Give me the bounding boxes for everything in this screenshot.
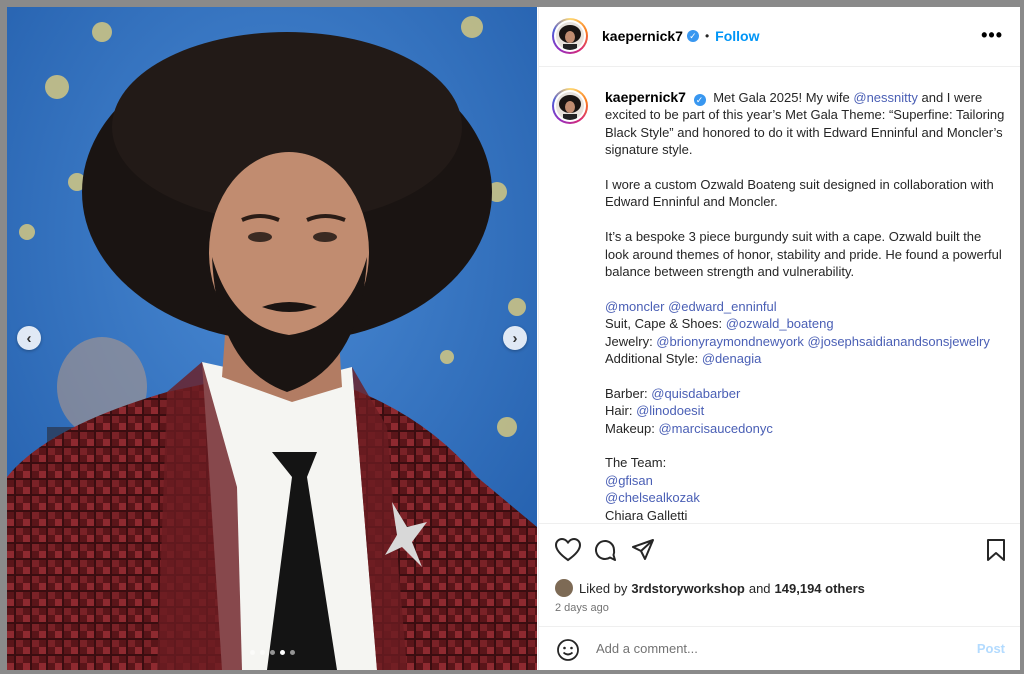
mention-link[interactable]: @marcisaucedonyc xyxy=(658,421,772,436)
carousel-prev-button[interactable]: ‹ xyxy=(17,326,41,350)
caption-text: Hair: xyxy=(605,403,637,419)
carousel-dot xyxy=(290,650,295,655)
post-header: kaepernick7 ✓ • Follow ••• xyxy=(539,7,1020,67)
caption-text: Additional Style: xyxy=(605,351,702,367)
carousel-next-button[interactable]: › xyxy=(503,326,527,350)
emoji-smiley-icon[interactable] xyxy=(556,638,580,662)
mention-link[interactable]: @denagia xyxy=(702,351,761,366)
likes-count[interactable]: 149,194 others xyxy=(775,581,865,596)
header-separator: • xyxy=(704,29,710,43)
avatar-image xyxy=(559,95,581,120)
verified-badge-icon: ✓ xyxy=(686,30,699,42)
verified-badge-icon: ✓ xyxy=(693,94,706,106)
header-user-row: kaepernick7 ✓ • Follow xyxy=(602,28,759,44)
carousel-dot xyxy=(250,650,255,655)
post-actions: Liked by 3rdstoryworkshop and 149,194 ot… xyxy=(539,523,1020,670)
carousel-dot xyxy=(260,650,265,655)
mention-link[interactable]: @nessnitty xyxy=(853,90,918,105)
caption-paragraph: I wore a custom Ozwald Boateng suit desi… xyxy=(605,176,1005,211)
mention-link[interactable]: @josephsaidianandsonsjewelry xyxy=(808,334,990,349)
caption-text: Barber: xyxy=(605,385,652,401)
mention-link[interactable]: @gfisan xyxy=(605,473,653,488)
comment-bubble-icon[interactable] xyxy=(593,538,617,562)
comment-bar: Post xyxy=(539,626,1020,670)
caption-paragraph: @moncler @edward_enninful Suit, Cape & Sh… xyxy=(605,298,1005,368)
follow-button[interactable]: Follow xyxy=(715,28,759,44)
post-author-username[interactable]: kaepernick7 xyxy=(602,28,683,44)
caption-text: Chiara Galletti xyxy=(605,507,688,522)
caption-paragraph: Barber: @quisdabarber Hair: @linodoesit Ma… xyxy=(605,385,1005,437)
caption-text: I wore a custom Ozwald Boateng suit desi… xyxy=(605,177,994,210)
liked-by-prefix: Liked by xyxy=(579,580,628,596)
comment-input[interactable] xyxy=(594,640,958,657)
post-modal: ‹ › kaepernick7 ✓ • Follow ••• kaepernic… xyxy=(7,7,1020,670)
save-bookmark-icon[interactable] xyxy=(986,538,1006,562)
mention-link[interactable]: @quisdabarber xyxy=(651,386,740,401)
mention-link[interactable]: @ozwald_boateng xyxy=(726,316,834,331)
caption-text: Suit, Cape & Shoes: xyxy=(605,316,726,332)
mention-link[interactable]: @moncler xyxy=(605,299,664,314)
more-options-icon[interactable]: ••• xyxy=(981,25,1003,46)
caption-text: The Team: xyxy=(605,455,667,471)
caption-area: kaepernick7 ✓ Met Gala 2025! My wife @ne… xyxy=(539,67,1020,522)
caption-text: Makeup: xyxy=(605,420,659,436)
carousel-dot-active xyxy=(280,650,285,655)
post-side-panel: kaepernick7 ✓ • Follow ••• kaepernick7 ✓… xyxy=(538,7,1020,670)
liked-by-and: and xyxy=(748,580,771,596)
post-image xyxy=(7,7,537,670)
post-comment-button[interactable]: Post xyxy=(977,641,1005,656)
carousel-indicator xyxy=(250,650,295,655)
carousel-dot xyxy=(270,650,275,655)
caption-paragraph: The Team: @gfisan @chelsealkozak Chiara Gal… xyxy=(605,454,1005,522)
share-send-icon[interactable] xyxy=(631,538,655,562)
caption-paragraph: It’s a bespoke 3 piece burgundy suit wit… xyxy=(605,228,1005,280)
like-heart-icon[interactable] xyxy=(555,538,581,562)
caption-avatar[interactable] xyxy=(552,88,588,124)
mention-link[interactable]: @edward_enninful xyxy=(668,299,777,314)
avatar[interactable] xyxy=(552,18,588,54)
post-timestamp[interactable]: 2 days ago xyxy=(555,602,609,614)
likes-summary[interactable]: Liked by 3rdstoryworkshop and 149,194 ot… xyxy=(555,579,869,597)
caption-text: Jewelry: xyxy=(605,333,657,349)
avatar-image xyxy=(559,25,581,50)
post-photo: ‹ › xyxy=(7,7,537,670)
caption-text: It’s a bespoke 3 piece burgundy suit wit… xyxy=(605,229,1002,280)
caption-username[interactable]: kaepernick7 xyxy=(605,89,686,105)
liker-avatar xyxy=(555,579,573,597)
caption-text: Met Gala 2025! My wife xyxy=(713,90,854,105)
mention-link[interactable]: @linodoesit xyxy=(636,403,704,418)
post-caption: kaepernick7 ✓ Met Gala 2025! My wife @ne… xyxy=(605,89,1005,522)
mention-link[interactable]: @brionyraymondnewyork xyxy=(656,334,804,349)
liked-by-user[interactable]: 3rdstoryworkshop xyxy=(631,581,744,596)
mention-link[interactable]: @chelsealkozak xyxy=(605,490,700,505)
